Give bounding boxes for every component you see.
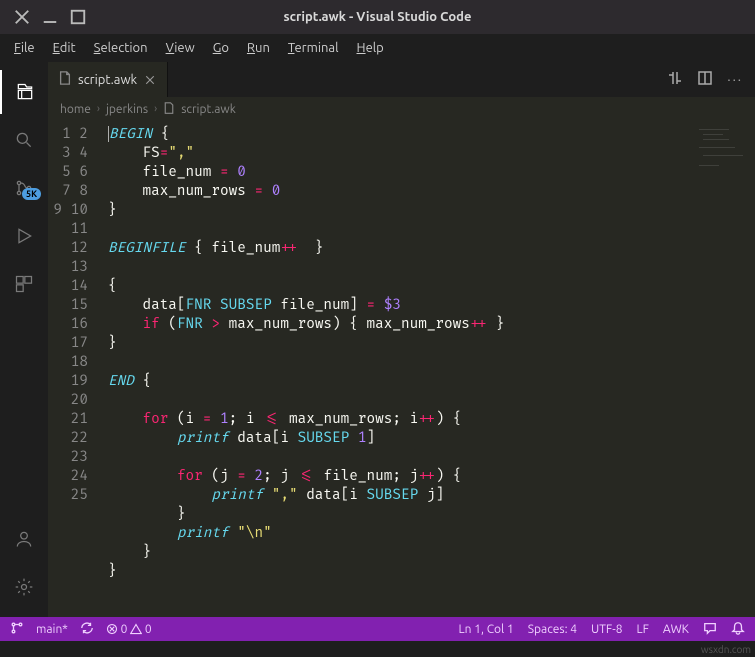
window-title: script.awk - Visual Studio Code — [92, 10, 663, 24]
source-control-icon[interactable]: 5K — [0, 166, 48, 210]
accounts-icon[interactable] — [0, 517, 48, 561]
code-editor[interactable]: 1 2 3 4 5 6 7 8 9 10 11 12 13 14 15 16 1… — [48, 121, 755, 617]
menu-file[interactable]: File — [6, 37, 43, 59]
editor-area: script.awk ··· home › jperkins › script.… — [48, 62, 755, 617]
menu-view[interactable]: View — [158, 37, 203, 59]
tab-scriptawk[interactable]: script.awk — [48, 62, 168, 97]
activity-bar: 5K — [0, 62, 48, 617]
cursor-position[interactable]: Ln 1, Col 1 — [459, 623, 514, 636]
more-actions-icon[interactable]: ··· — [727, 73, 743, 87]
minimize-icon[interactable] — [36, 7, 64, 27]
encoding[interactable]: UTF-8 — [591, 623, 622, 636]
explorer-icon[interactable] — [0, 70, 48, 114]
tabs-row: script.awk ··· — [48, 62, 755, 97]
crumb-user[interactable]: jperkins — [106, 103, 148, 116]
maximize-icon[interactable] — [64, 7, 92, 27]
run-debug-icon[interactable] — [0, 214, 48, 258]
tab-close-icon[interactable] — [143, 73, 157, 87]
split-editor-icon[interactable] — [697, 70, 713, 89]
feedback-icon[interactable] — [703, 621, 717, 638]
close-icon[interactable] — [8, 7, 36, 27]
file-icon — [163, 102, 175, 117]
statusbar: main* 0 0 Ln 1, Col 1 Spaces: 4 UTF-8 LF… — [0, 617, 755, 641]
titlebar: script.awk - Visual Studio Code — [0, 0, 755, 34]
menu-edit[interactable]: Edit — [45, 37, 84, 59]
indent[interactable]: Spaces: 4 — [528, 623, 577, 636]
tab-label: script.awk — [78, 73, 137, 87]
language-mode[interactable]: AWK — [663, 623, 689, 636]
menu-help[interactable]: Help — [349, 37, 392, 59]
extensions-icon[interactable] — [0, 262, 48, 306]
crumb-file[interactable]: script.awk — [181, 103, 236, 116]
crumb-home[interactable]: home — [60, 103, 91, 116]
menu-run[interactable]: Run — [239, 37, 278, 59]
compare-changes-icon[interactable] — [667, 70, 683, 89]
eol[interactable]: LF — [637, 623, 649, 636]
menu-go[interactable]: Go — [205, 37, 237, 59]
problems[interactable]: 0 0 — [106, 623, 152, 636]
chevron-right-icon: › — [154, 103, 157, 115]
watermark: wsxdn.com — [701, 644, 751, 655]
chevron-right-icon: › — [97, 103, 100, 115]
branch-icon[interactable] — [10, 621, 24, 638]
file-icon — [58, 71, 72, 88]
minimap[interactable] — [697, 125, 751, 265]
menu-selection[interactable]: Selection — [86, 37, 156, 59]
settings-gear-icon[interactable] — [0, 565, 48, 609]
search-icon[interactable] — [0, 118, 48, 162]
menu-terminal[interactable]: Terminal — [280, 37, 347, 59]
line-numbers: 1 2 3 4 5 6 7 8 9 10 11 12 13 14 15 16 1… — [48, 121, 100, 617]
git-branch[interactable]: main* — [36, 623, 68, 636]
sync-icon[interactable] — [80, 621, 94, 638]
code-content[interactable]: BEGIN { FS="," file_num = 0 max_num_rows… — [100, 121, 504, 617]
scm-badge: 5K — [22, 188, 41, 200]
menubar: File Edit Selection View Go Run Terminal… — [0, 34, 755, 62]
breadcrumbs[interactable]: home › jperkins › script.awk — [48, 97, 755, 121]
notifications-icon[interactable] — [731, 621, 745, 638]
